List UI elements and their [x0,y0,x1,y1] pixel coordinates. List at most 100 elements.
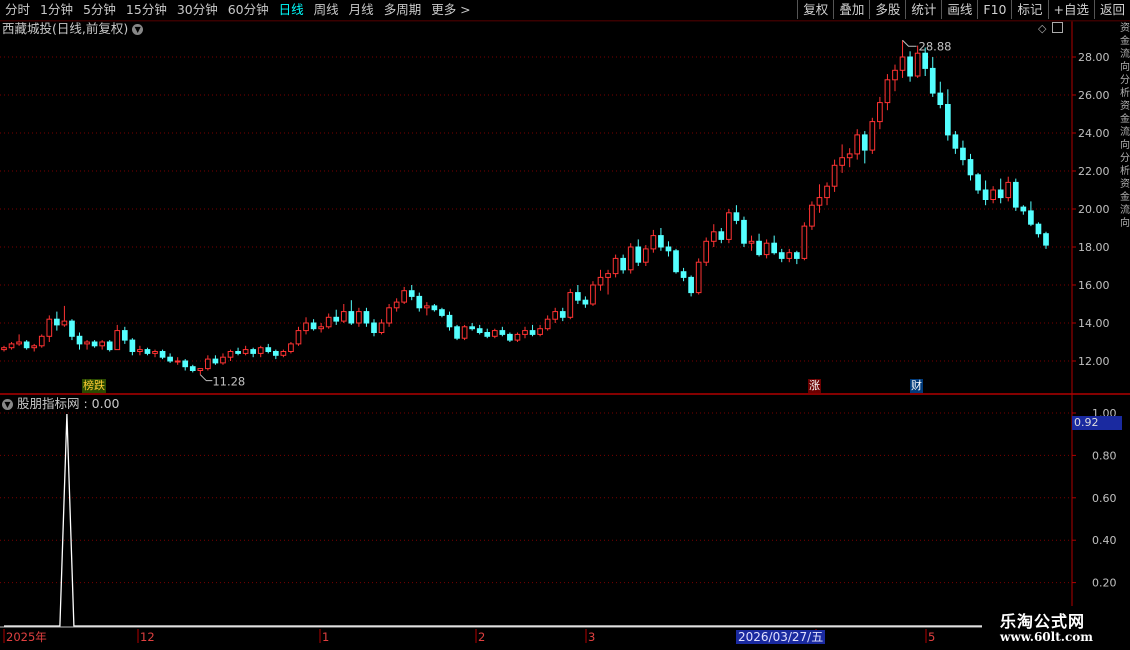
candle [529,324,536,337]
tab-9[interactable]: 多周期 [379,0,427,20]
candle-body [620,257,627,271]
candle-body [23,341,30,349]
candle [137,345,143,356]
candle [575,285,581,304]
candle-body [605,273,611,278]
event-tag-list[interactable]: 榜跌 [82,379,106,393]
candle-body [318,326,324,330]
candle-body [627,246,634,271]
candle-body [590,284,596,305]
event-tag-finance[interactable]: 财 [910,379,923,393]
candle [748,235,755,251]
candle-body [401,290,408,303]
candle [446,311,453,331]
candle [899,40,906,78]
candle-body [469,326,475,330]
candle-body [635,246,642,263]
candle-body [152,351,158,354]
candle-body [567,292,574,318]
tool-button-4[interactable]: 画线 [941,0,977,19]
candle-body [778,252,785,259]
tab-4[interactable]: 30分钟 [172,0,223,20]
candle-body [763,242,770,256]
candle [801,222,808,261]
event-tag-up[interactable]: 涨 [808,379,821,393]
tab-1[interactable]: 1分钟 [35,0,78,20]
candle [310,319,317,331]
candle [378,319,385,335]
candle [227,349,234,361]
candle-body [378,322,385,333]
tool-button-3[interactable]: 统计 [905,0,941,19]
candle-body [839,157,845,166]
candle [605,269,611,295]
candle-body [831,164,838,187]
tab-5[interactable]: 60分钟 [223,0,274,20]
candle-body [575,292,581,301]
candle [333,309,340,325]
candle-body [650,235,657,250]
candle [38,334,45,348]
tab-8[interactable]: 月线 [344,0,379,20]
candle-body [439,309,445,316]
tool-button-2[interactable]: 多股 [869,0,905,19]
tab-0[interactable]: 分时 [0,0,35,20]
price-axis-labels: 28.00 26.00 24.00 22.00 20.00 18.00 16.00 14.00… [1072,51,1110,368]
candle-body [1043,233,1049,246]
candle-body [84,341,90,345]
candle [99,340,106,350]
candle [152,349,158,358]
tab-6[interactable]: 日线 [274,0,309,20]
price-gridlines [0,56,1072,362]
candle [257,345,264,358]
price-axis-label: 26.00 [1078,89,1110,102]
candle [220,353,226,365]
tool-button-8[interactable]: 返回 [1093,0,1130,19]
candle [454,324,460,341]
tab-10[interactable]: 更多 > [426,0,475,20]
candle [484,328,491,339]
candle-body [975,174,981,191]
tab-2[interactable]: 5分钟 [78,0,121,20]
candle-body [99,341,106,347]
candle-body [499,330,506,335]
candle [665,241,672,257]
candle [597,269,604,291]
candle [431,304,438,312]
candle-body [718,231,725,240]
candle-body [61,320,68,326]
candle-body [31,345,38,349]
candle-body [748,240,755,244]
candle-body [91,341,98,347]
candle-body [423,305,430,309]
candle [8,342,15,350]
candle [386,304,392,327]
candle-body [333,316,340,322]
stock-title-bar: 西藏城投(日线,前复权) ▼ [2,21,144,37]
candle [952,131,959,154]
chevron-down-icon[interactable]: ▼ [132,23,144,35]
candle-body [288,343,294,352]
candle-body [212,358,219,364]
candle [635,239,642,266]
candle-body [416,295,423,309]
right-side-panel-text[interactable]: 资金流向分析资金流向分析资金流向 [1120,22,1130,392]
candle-body [325,316,332,328]
tool-button-7[interactable]: +自选 [1047,0,1094,19]
time-label: 5 [928,630,935,644]
tool-button-1[interactable]: 叠加 [833,0,869,19]
tab-7[interactable]: 周线 [309,0,344,20]
tool-button-0[interactable]: 复权 [797,0,833,19]
tool-button-6[interactable]: 标记 [1011,0,1047,19]
candle [439,307,445,318]
candle [91,340,98,348]
candle [771,235,778,255]
candle [544,315,551,331]
window-icon[interactable] [1052,22,1064,33]
tab-3[interactable]: 15分钟 [121,0,172,20]
tool-button-5[interactable]: F10 [977,0,1011,19]
candle [831,159,838,192]
chart-canvas[interactable]: 28.00 26.00 24.00 22.00 20.00 18.00 16.00 14.00… [0,0,1130,650]
diamond-icon[interactable]: ◇ [1038,22,1046,35]
chevron-down-icon[interactable]: ▼ [2,398,13,410]
